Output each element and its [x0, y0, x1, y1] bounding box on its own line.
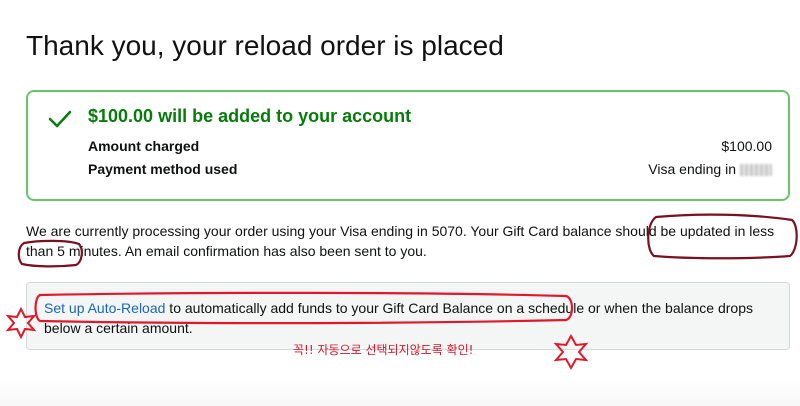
annotation-note: 꼭!! 자동으로 선택되지않도록 확인! [293, 343, 474, 357]
redacted-card-digits [740, 164, 772, 177]
auto-reload-box: Set up Auto-Reload to automatically add … [26, 282, 790, 350]
amount-charged-value: $100.00 [721, 138, 772, 154]
amount-charged-row: Amount charged $100.00 [88, 138, 772, 154]
page-title: Thank you, your reload order is placed [26, 30, 504, 61]
check-icon [48, 110, 72, 128]
payment-method-label: Payment method used [88, 161, 238, 177]
bottom-fade [0, 380, 800, 406]
auto-reload-message: Set up Auto-Reload to automatically add … [44, 298, 784, 338]
processing-message: We are currently processing your order u… [26, 223, 775, 259]
amount-charged-label: Amount charged [88, 138, 200, 154]
order-success-box: $100.00 will be added to your account Am… [26, 90, 790, 201]
success-headline: $100.00 will be added to your account [88, 106, 412, 126]
payment-method-value: Visa ending in [648, 161, 736, 177]
payment-method-value-wrap: Visa ending in [648, 161, 772, 177]
payment-method-row: Payment method used Visa ending in [88, 161, 772, 177]
setup-auto-reload-link[interactable]: Set up Auto-Reload [44, 300, 165, 316]
